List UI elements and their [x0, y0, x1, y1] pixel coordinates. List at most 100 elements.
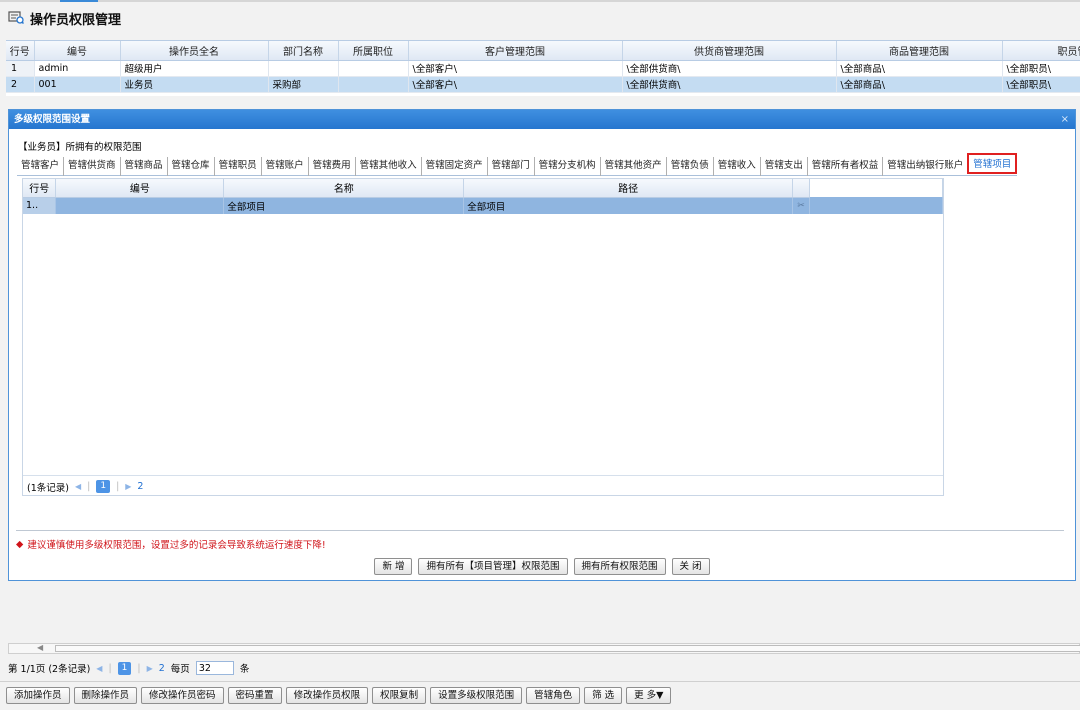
cell-code: admin	[34, 60, 121, 77]
add-operator-button[interactable]: 添加操作员	[6, 687, 70, 704]
col-supplier-scope[interactable]: 供货商管理范围	[622, 41, 837, 61]
horizontal-scrollbar[interactable]: ◀	[8, 643, 1080, 654]
total-pages[interactable]: 2	[137, 481, 143, 492]
manage-roles-button[interactable]: 管辖角色	[526, 687, 581, 704]
col-action	[792, 179, 811, 198]
tab-liabilities[interactable]: 管辖负债	[665, 157, 713, 176]
next-page-icon[interactable]: ▶	[147, 664, 153, 673]
dialog-buttons: 新 增 拥有所有【项目管理】权限范围 拥有所有权限范围 关 闭	[9, 558, 1075, 575]
tab-departments[interactable]: 管辖部门	[486, 157, 534, 176]
scroll-left-icon[interactable]: ◀	[37, 643, 43, 652]
top-tab-indicator	[60, 0, 98, 2]
cell-path: 全部项目	[463, 197, 794, 214]
col-row-no[interactable]: 行号	[6, 41, 35, 61]
delete-operator-button[interactable]: 删除操作员	[73, 687, 138, 704]
tab-fixed-assets[interactable]: 管辖固定资产	[420, 157, 487, 176]
operator-icon	[8, 10, 25, 27]
close-icon[interactable]: ×	[1061, 110, 1069, 129]
tab-suppliers[interactable]: 管辖供货商	[63, 157, 120, 176]
divider	[0, 681, 1080, 682]
cell-customer-scope: \全部客户\	[408, 60, 623, 77]
per-page-label: 每页	[170, 664, 190, 675]
add-button[interactable]: 新 增	[374, 558, 413, 575]
current-page[interactable]: 1	[117, 661, 132, 675]
cell-row-no: 2	[6, 76, 35, 93]
tab-branches[interactable]: 管辖分支机构	[533, 157, 600, 176]
divider	[16, 530, 1064, 531]
table-row-selected[interactable]: 2 001 业务员 采购部 \全部客户\ \全部供货商\ \全部商品\ \全部职…	[6, 76, 1080, 93]
tab-other-income[interactable]: 管辖其他收入	[354, 157, 421, 176]
change-password-button[interactable]: 修改操作员密码	[141, 687, 224, 704]
cell-row-no: 1	[6, 60, 35, 77]
col-department[interactable]: 部门名称	[268, 41, 339, 61]
col-name[interactable]: 名称	[223, 179, 465, 198]
tab-customers[interactable]: 管辖客户	[17, 157, 63, 176]
cell-blank	[809, 197, 943, 214]
dialog-titlebar[interactable]: 多级权限范围设置 ×	[9, 110, 1075, 129]
cell-supplier-scope: \全部供货商\	[622, 76, 837, 93]
prev-page-icon[interactable]: ◀	[75, 482, 81, 491]
close-button[interactable]: 关 闭	[671, 558, 710, 575]
cell-fullname: 业务员	[120, 76, 269, 93]
cell-position	[338, 76, 409, 93]
current-page[interactable]: 1	[96, 480, 111, 493]
tab-income[interactable]: 管辖收入	[712, 157, 760, 176]
tab-projects[interactable]: 管辖项目	[967, 153, 1018, 174]
per-page-input[interactable]	[195, 661, 234, 675]
warning-icon: ◆	[16, 538, 24, 550]
col-code[interactable]: 编号	[34, 41, 121, 61]
tab-expenditure[interactable]: 管辖支出	[759, 157, 807, 176]
col-position[interactable]: 所属职位	[338, 41, 409, 61]
scroll-thumb[interactable]	[55, 645, 1080, 652]
col-staff-scope[interactable]: 职员管	[1002, 41, 1080, 61]
more-button[interactable]: 更 多▼	[626, 687, 672, 704]
pager-divider: |	[87, 481, 91, 492]
tab-expenses[interactable]: 管辖费用	[307, 157, 355, 176]
cell-product-scope: \全部商品\	[836, 60, 1003, 77]
cell-name: 全部项目	[223, 197, 465, 214]
dialog-pager: (1条记录) ◀ | 1 | ▶ 2	[23, 475, 943, 497]
operator-grid: 行号 编号 操作员全名 部门名称 所属职位 客户管理范围 供货商管理范围 商品管…	[6, 40, 1080, 96]
action-toolbar: 添加操作员 删除操作员 修改操作员密码 密码重置 修改操作员权限 权限复制 设置…	[6, 687, 672, 704]
scope-dialog: 多级权限范围设置 × 【业务员】所拥有的权限范围 管辖客户 管辖供货商 管辖商品…	[8, 109, 1076, 581]
tab-other-assets[interactable]: 管辖其他资产	[599, 157, 666, 176]
tab-staff[interactable]: 管辖职员	[213, 157, 261, 176]
col-row-no[interactable]: 行号	[23, 179, 57, 198]
prev-page-icon[interactable]: ◀	[96, 664, 102, 673]
cell-staff-scope: \全部职员\	[1002, 76, 1080, 93]
cell-supplier-scope: \全部供货商\	[622, 60, 837, 77]
scope-tabs: 管辖客户 管辖供货商 管辖商品 管辖仓库 管辖职员 管辖账户 管辖费用 管辖其他…	[17, 153, 1018, 176]
table-row-selected[interactable]: 1.. 全部项目 全部项目 ✂	[23, 197, 943, 214]
scope-label: 【业务员】所拥有的权限范围	[18, 142, 142, 153]
main-pager: 第 1/1页 (2条记录) ◀ | 1 | ▶ 2 每页 条	[8, 661, 249, 675]
next-page-icon[interactable]: ▶	[125, 482, 131, 491]
reset-password-button[interactable]: 密码重置	[227, 687, 282, 704]
cell-staff-scope: \全部职员\	[1002, 60, 1080, 77]
table-row[interactable]: 1 admin 超级用户 \全部客户\ \全部供货商\ \全部商品\ \全部职员…	[6, 60, 1080, 77]
cell-product-scope: \全部商品\	[836, 76, 1003, 93]
set-scope-button[interactable]: 设置多级权限范围	[430, 687, 523, 704]
pager-divider: |	[137, 662, 141, 674]
col-path[interactable]: 路径	[463, 179, 794, 198]
tab-owner-equity[interactable]: 管辖所有者权益	[806, 157, 883, 176]
cell-department	[268, 60, 339, 77]
filter-button[interactable]: 筛 选	[584, 687, 623, 704]
col-fullname[interactable]: 操作员全名	[120, 41, 269, 61]
col-code[interactable]: 编号	[55, 179, 225, 198]
page-info: 第 1/1页 (2条记录)	[8, 664, 91, 675]
cut-icon[interactable]: ✂	[792, 197, 811, 214]
all-scope-button[interactable]: 拥有所有权限范围	[573, 558, 666, 575]
col-product-scope[interactable]: 商品管理范围	[836, 41, 1003, 61]
cell-position	[338, 60, 409, 77]
top-border	[0, 0, 1080, 2]
copy-permissions-button[interactable]: 权限复制	[372, 687, 427, 704]
all-project-scope-button[interactable]: 拥有所有【项目管理】权限范围	[418, 558, 568, 575]
col-customer-scope[interactable]: 客户管理范围	[408, 41, 623, 61]
tab-warehouses[interactable]: 管辖仓库	[166, 157, 214, 176]
record-count: (1条记录)	[27, 482, 69, 494]
tab-products[interactable]: 管辖商品	[119, 157, 167, 176]
tab-cashier-bank[interactable]: 管辖出纳银行账户	[882, 157, 967, 176]
edit-permissions-button[interactable]: 修改操作员权限	[285, 687, 369, 704]
total-pages[interactable]: 2	[159, 663, 165, 674]
tab-accounts[interactable]: 管辖账户	[260, 157, 308, 176]
